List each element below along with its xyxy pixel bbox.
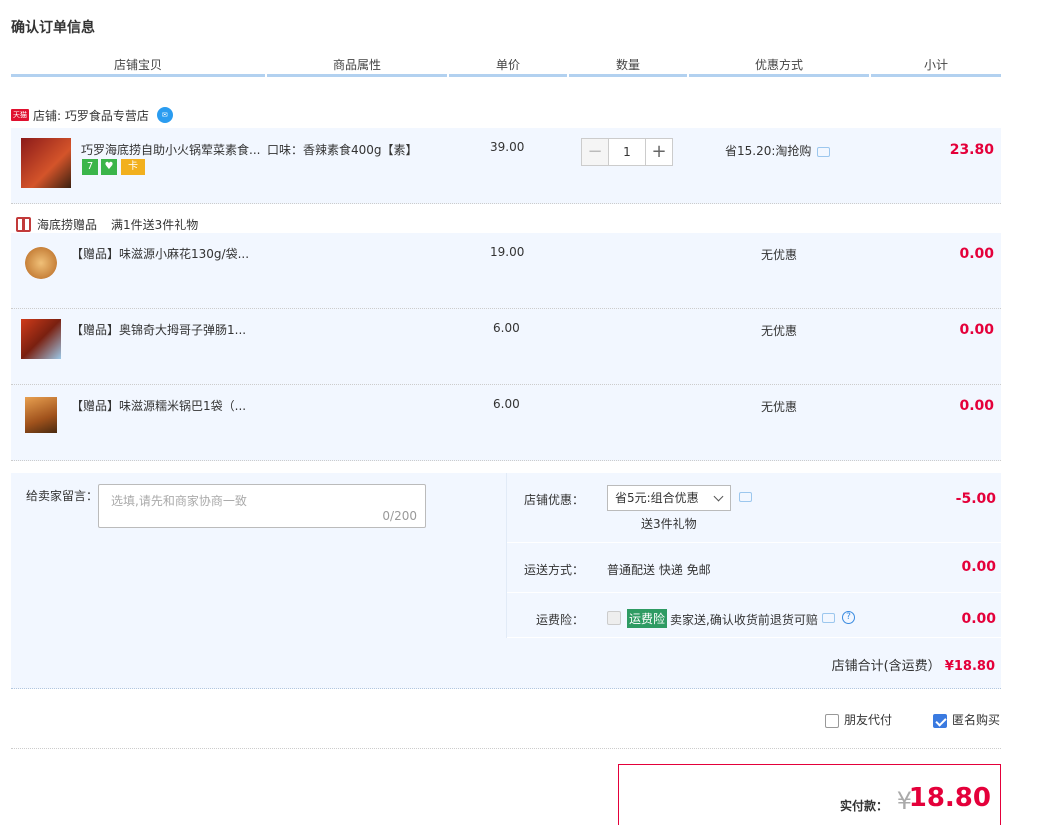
gift-promo: 无优惠 <box>761 400 798 414</box>
gift-price: 19.00 <box>490 245 525 259</box>
checkbox-icon <box>825 713 839 728</box>
shop-order-summary: 给卖家留言： 选填,请先和商家协商一致 0/200 店铺优惠： 省5元:组合优惠… <box>11 473 1002 689</box>
gift-promo: 无优惠 <box>761 324 798 338</box>
chevron-down-icon <box>713 491 724 502</box>
page-title: 确认订单信息 <box>11 20 95 36</box>
gift-promo: 无优惠 <box>761 248 798 262</box>
product-thumbnail[interactable] <box>21 138 71 188</box>
quantity-input[interactable]: 1 <box>609 138 645 166</box>
shop-name-link[interactable]: 店铺: 巧罗食品专营店 <box>33 107 149 124</box>
gift-item-row: 【赠品】味滋源小麻花130g/袋... 19.00 无优惠 0.00 <box>11 233 1001 309</box>
shop-discount-row: 店铺优惠： 省5元:组合优惠 送3件礼物 -5.00 <box>507 473 1002 543</box>
shop-total-label: 店铺合计(含运费） <box>831 659 941 674</box>
insurance-checkbox[interactable] <box>607 610 626 625</box>
insurance-row: 运费险： 运费险 卖家送,确认收货前退货可赔 ? 0.00 <box>507 593 1002 638</box>
help-icon[interactable]: ? <box>842 611 855 624</box>
anonymous-label: 匿名购买 <box>952 713 1001 727</box>
seven-day-return-icon: 7 <box>82 159 98 175</box>
shop-discount-note: 送3件礼物 <box>641 517 697 531</box>
column-header-quantity: 数量 <box>569 57 687 77</box>
message-char-count: 0/200 <box>382 509 417 523</box>
unit-price: 39.00 <box>490 140 525 154</box>
credit-card-icon: 卡 <box>121 159 145 175</box>
insurance-fee: 0.00 <box>961 611 996 627</box>
gift-subtotal: 0.00 <box>959 322 994 338</box>
wangwang-chat-icon[interactable]: ✉ <box>156 107 173 123</box>
gift-name[interactable]: 【赠品】奥锦奇大拇哥子弹肠1... <box>71 321 246 338</box>
gift-subtotal: 0.00 <box>959 246 994 262</box>
insurance-tag: 运费险 <box>627 609 668 628</box>
insurance-label: 运费险： <box>535 613 584 627</box>
shop-options-panel: 店铺优惠： 省5元:组合优惠 送3件礼物 -5.00 运送方式： 普通配送 快递… <box>506 473 1002 638</box>
column-header-price: 单价 <box>449 57 567 77</box>
anonymous-purchase-option[interactable]: 匿名购买 <box>933 711 1000 728</box>
decrease-quantity-button[interactable]: − <box>581 138 609 166</box>
message-label: 给卖家留言： <box>26 489 99 503</box>
payment-summary: 实付款： ¥ 18.80 <box>618 764 1001 825</box>
shop-total: 店铺合计(含运费） ¥18.80 <box>832 655 995 674</box>
product-attribute: 口味：香辣素食400g【素】 <box>267 143 418 157</box>
promo-text: 省15.20:淘抢购 <box>725 142 831 159</box>
gift-group-label: 海底捞赠品 <box>37 217 98 232</box>
payment-label: 实付款： <box>839 799 888 813</box>
shop-row: 天猫 店铺: 巧罗食品专营店 ✉ <box>11 104 173 126</box>
gift-icon <box>16 216 31 232</box>
divider <box>11 748 1001 749</box>
checkbox-checked-icon <box>933 713 947 728</box>
tmall-icon: 天猫 <box>11 109 29 121</box>
comment-icon[interactable] <box>739 492 752 502</box>
comment-icon[interactable] <box>817 146 831 157</box>
quantity-stepper: − 1 + <box>581 138 673 166</box>
gift-price: 6.00 <box>493 397 520 411</box>
shop-total-value: ¥18.80 <box>944 659 995 674</box>
gift-price: 6.00 <box>493 321 520 335</box>
insurance-text: 卖家送,确认收货前退货可赔 <box>670 613 818 627</box>
product-name-link[interactable]: 巧罗海底捞自助小火锅荤菜素食... <box>81 141 260 158</box>
message-textarea[interactable]: 选填,请先和商家协商一致 0/200 <box>98 484 426 528</box>
shop-discount-value: -5.00 <box>955 491 996 507</box>
shop-discount-select[interactable]: 省5元:组合优惠 <box>607 485 731 511</box>
shipping-row: 运送方式： 普通配送 快递 免邮 0.00 <box>507 543 1002 593</box>
shipping-fee: 0.00 <box>961 559 996 575</box>
gift-item-row: 【赠品】奥锦奇大拇哥子弹肠1... 6.00 无优惠 0.00 <box>11 309 1001 385</box>
shipping-method: 普通配送 快递 免邮 <box>607 563 711 577</box>
item-subtotal: 23.80 <box>949 142 994 158</box>
comment-icon[interactable] <box>822 613 835 623</box>
message-placeholder: 选填,请先和商家协商一致 <box>111 494 247 508</box>
guarantee-icon: ♥ <box>101 159 117 175</box>
gift-name[interactable]: 【赠品】味滋源小麻花130g/袋... <box>71 245 249 262</box>
column-header-item: 店铺宝贝 <box>11 57 265 77</box>
friend-pay-label: 朋友代付 <box>844 713 893 727</box>
column-header-promo: 优惠方式 <box>689 57 869 77</box>
column-header-subtotal: 小计 <box>871 57 1001 77</box>
payment-amount: 18.80 <box>908 783 991 813</box>
increase-quantity-button[interactable]: + <box>645 138 673 166</box>
gift-group-rule: 满1件送3件礼物 <box>111 217 199 232</box>
checkbox-icon <box>607 610 621 625</box>
order-item-row: 巧罗海底捞自助小火锅荤菜素食... 7 ♥ 卡 口味：香辣素食400g【素】 3… <box>11 128 1001 204</box>
gift-name[interactable]: 【赠品】味滋源糯米锅巴1袋（... <box>71 397 246 414</box>
gift-subtotal: 0.00 <box>959 398 994 414</box>
shop-discount-label: 店铺优惠： <box>523 493 584 507</box>
promo-label: 省15.20:淘抢购 <box>725 144 812 158</box>
column-header-attribute: 商品属性 <box>267 57 447 77</box>
shipping-label: 运送方式： <box>523 563 584 577</box>
gift-thumbnail[interactable] <box>25 397 57 433</box>
gift-group-header: 海底捞赠品 满1件送3件礼物 <box>16 214 198 234</box>
friend-pay-option[interactable]: 朋友代付 <box>825 711 892 728</box>
gift-thumbnail[interactable] <box>25 247 57 279</box>
gift-item-row: 【赠品】味滋源糯米锅巴1袋（... 6.00 无优惠 0.00 <box>11 385 1001 461</box>
gift-thumbnail[interactable] <box>21 319 61 359</box>
shop-discount-selected: 省5元:组合优惠 <box>615 491 699 505</box>
